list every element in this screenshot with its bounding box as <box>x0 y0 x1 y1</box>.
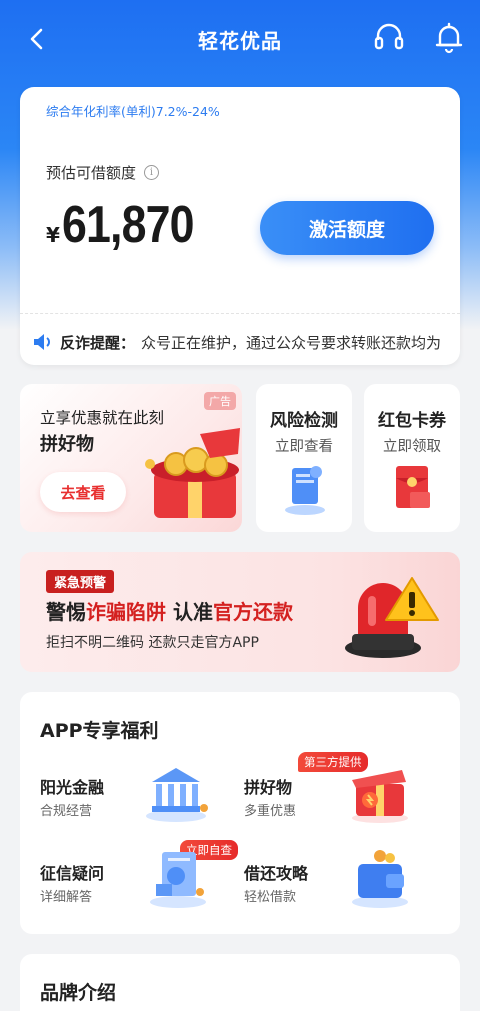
red-packet-card[interactable]: 红包卡券 立即领取 <box>364 384 460 532</box>
benefit-subtitle: 多重优惠 <box>244 804 297 819</box>
estimate-label-row: 预估可借额度 i <box>46 162 160 183</box>
credit-amount: ¥ 61,870 <box>46 195 215 255</box>
fraud-notice-bar[interactable]: 反诈提醒： 众号正在维护，通过公众号要求转账还款均为 <box>32 327 460 357</box>
gift-box-coins-icon <box>145 428 240 518</box>
ad-tag: 广告 <box>204 392 236 410</box>
promo-card-pinhaowu[interactable]: 广告 立享优惠就在此刻 拼好物 去查看 <box>20 384 242 532</box>
alert-subtitle: 拒扫不明二维码 还款只走官方APP <box>46 635 259 651</box>
alert-heading-highlight: 官方还款 <box>212 600 293 624</box>
benefit-subtitle: 合规经营 <box>40 804 93 819</box>
benefit-title: 阳光金融 <box>40 778 105 797</box>
activate-credit-button[interactable]: 激活额度 <box>260 201 434 255</box>
benefit-title: 借还攻略 <box>244 864 309 883</box>
speaker-icon <box>34 334 50 350</box>
red-envelope-icon <box>396 466 430 508</box>
app-header: 轻花优品 <box>0 0 480 78</box>
benefit-item-sunshine-finance[interactable]: 阳光金融 合规经营 <box>40 768 240 834</box>
fraud-alert-banner[interactable]: 紧急预警 警惕诈骗陷阱 认准官方还款 拒扫不明二维码 还款只走官方APP <box>20 552 460 672</box>
benefit-item-credit-question[interactable]: 征信疑问 详细解答 立即自查 <box>40 840 240 920</box>
benefit-item-pinhaowu[interactable]: 拼好物 多重优惠 第三方提供 <box>244 752 444 834</box>
benefit-subtitle: 轻松借款 <box>244 890 297 905</box>
estimate-label: 预估可借额度 <box>46 164 137 182</box>
app-benefits-section: APP专享福利 阳光金融 合规经营 拼好物 多重优惠 第三方提供 征信疑问 详细… <box>20 692 460 934</box>
siren-warning-icon <box>345 577 439 658</box>
go-view-button[interactable]: 去查看 <box>40 472 126 512</box>
section-title: APP专享福利 <box>40 720 159 742</box>
back-arrow-icon[interactable] <box>22 24 52 54</box>
mini-card-subtitle: 立即领取 <box>383 439 441 455</box>
benefit-title: 征信疑问 <box>40 864 105 883</box>
credit-report-icon <box>150 852 206 908</box>
info-icon[interactable]: i <box>144 165 160 180</box>
card-divider <box>20 313 460 314</box>
currency-symbol: ¥ <box>46 223 60 247</box>
notice-label: 反诈提醒： <box>60 333 136 352</box>
alert-heading-part: 认准 <box>166 600 213 624</box>
loan-card: 综合年化利率(单利)7.2%-24% 预估可借额度 i ¥ 61,870 激活额… <box>20 87 460 365</box>
alert-heading-highlight: 诈骗陷阱 <box>86 600 166 624</box>
section-title: 品牌介绍 <box>40 982 117 1004</box>
bell-icon[interactable] <box>432 20 466 54</box>
page-title: 轻花优品 <box>198 28 282 53</box>
mini-card-title: 风险检测 <box>270 411 338 431</box>
brand-intro-section: 品牌介绍 <box>20 954 460 1011</box>
mini-card-subtitle: 立即查看 <box>275 439 333 455</box>
amount-value: 61,870 <box>61 196 194 254</box>
bank-building-icon <box>146 768 208 822</box>
alert-heading-part: 警惕 <box>46 600 86 624</box>
mini-card-title: 红包卡券 <box>378 411 446 431</box>
alert-heading: 警惕诈骗陷阱 认准官方还款 <box>46 596 293 625</box>
benefit-subtitle: 详细解答 <box>40 890 93 905</box>
risk-check-card[interactable]: 风险检测 立即查看 <box>256 384 352 532</box>
document-shield-icon <box>285 466 325 515</box>
interest-rate-text: 综合年化利率(单利)7.2%-24% <box>46 104 220 119</box>
benefit-title: 拼好物 <box>244 778 293 797</box>
gift-box-icon <box>352 770 408 823</box>
wallet-icon <box>352 850 408 908</box>
benefit-item-repayment-guide[interactable]: 借还攻略 轻松借款 <box>244 850 444 920</box>
notice-text: 众号正在维护，通过公众号要求转账还款均为 <box>141 333 442 352</box>
alert-tag: 紧急预警 <box>46 570 115 593</box>
promo-line2: 拼好物 <box>40 434 94 455</box>
headset-icon[interactable] <box>372 20 406 54</box>
